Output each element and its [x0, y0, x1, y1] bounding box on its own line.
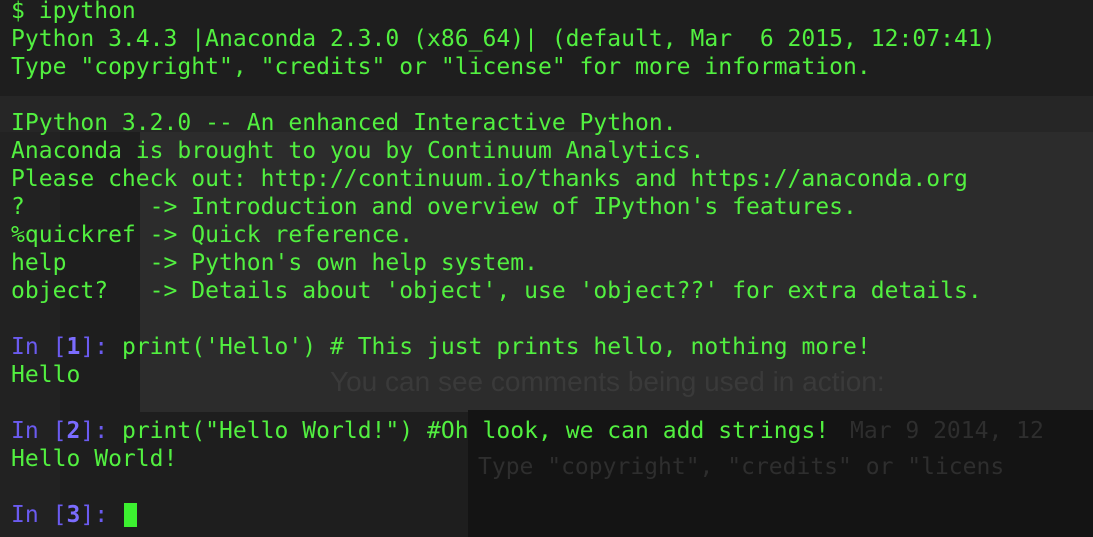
- in-prompt-prefix: In [: [11, 334, 67, 360]
- in-prompt-number: 1: [66, 334, 81, 360]
- cell-code: print('Hello') # This just prints hello,…: [121, 334, 871, 360]
- help-intro-line: ? -> Introduction and overview of IPytho…: [11, 194, 857, 220]
- banner-python-version: Python 3.4.3 |Anaconda 2.3.0 (x86_64)| (…: [11, 26, 996, 52]
- help-help-line: help -> Python's own help system.: [11, 250, 538, 276]
- in-prompt-number: 3: [66, 502, 81, 528]
- help-object-line: object? -> Details about 'object', use '…: [11, 278, 982, 304]
- in-prompt-number: 2: [66, 418, 81, 444]
- input-cell-2: In [2]: print("Hello World!") #Oh look, …: [11, 417, 996, 445]
- cell-code: print("Hello World!") #Oh look, we can a…: [121, 418, 830, 444]
- in-prompt-suffix: ]:: [80, 334, 122, 360]
- output-cell-2: Hello World!: [11, 446, 178, 472]
- anaconda-credit-line: Anaconda is brought to you by Continuum …: [11, 138, 705, 164]
- in-prompt-suffix: ]:: [80, 418, 122, 444]
- output-cell-1: Hello: [11, 362, 81, 388]
- in-prompt-prefix: In [: [11, 502, 67, 528]
- help-quickref-line: %quickref -> Quick reference.: [11, 222, 414, 248]
- ipython-version-line: IPython 3.2.0 -- An enhanced Interactive…: [11, 110, 677, 136]
- check-out-links-line: Please check out: http://continuum.io/th…: [11, 166, 968, 192]
- terminal-window[interactable]: You can see comments being used in actio…: [0, 0, 1093, 537]
- terminal-output: $ ipython Python 3.4.3 |Anaconda 2.3.0 (…: [11, 0, 996, 529]
- shell-command-line: $ ipython: [11, 0, 136, 24]
- in-prompt-suffix: ]:: [80, 502, 122, 528]
- banner-license-info: Type "copyright", "credits" or "license"…: [11, 54, 871, 80]
- input-cell-1: In [1]: print('Hello') # This just print…: [11, 333, 996, 361]
- text-cursor[interactable]: [123, 503, 137, 527]
- current-input-line[interactable]: In [3]:: [11, 501, 996, 529]
- in-prompt-prefix: In [: [11, 418, 67, 444]
